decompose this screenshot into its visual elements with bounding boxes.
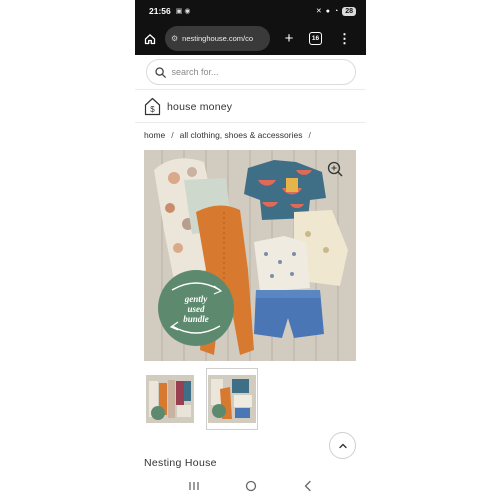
new-tab-icon[interactable]: +: [282, 30, 296, 47]
thumbnail-strip: [144, 368, 258, 430]
home-circle-icon[interactable]: [245, 480, 257, 492]
brand-name: house money: [167, 100, 233, 113]
home-icon[interactable]: [141, 33, 159, 45]
breadcrumb-home[interactable]: home: [144, 130, 165, 140]
search-box[interactable]: [145, 59, 356, 85]
badge-line-3: bundle: [183, 314, 209, 324]
product-main-image[interactable]: gently used bundle: [144, 150, 356, 361]
breadcrumb: home / all clothing, shoes & accessories /: [144, 130, 317, 140]
breadcrumb-category[interactable]: all clothing, shoes & accessories: [180, 130, 303, 140]
svg-text:$: $: [150, 105, 155, 114]
gently-used-bundle-badge: gently used bundle: [158, 270, 234, 346]
browser-toolbar: ⚙ nestinghouse.com/co + 16 ⋮: [135, 22, 366, 55]
address-bar[interactable]: ⚙ nestinghouse.com/co: [165, 26, 270, 51]
location-icon: ●: [325, 7, 330, 15]
battery-icon: 28: [342, 6, 356, 16]
status-bar: 21:56 ▣◉ ✕ ● ◔ 28: [135, 0, 366, 22]
status-time: 21:56: [149, 6, 171, 16]
product-thumbnail-2[interactable]: [206, 368, 258, 430]
recent-apps-icon[interactable]: [188, 481, 200, 491]
product-thumbnail-1[interactable]: [144, 368, 196, 430]
house-dollar-icon: $: [144, 97, 161, 116]
system-icons: ✕ ● ◔ 28: [315, 6, 356, 16]
phone-screen: 21:56 ▣◉ ✕ ● ◔ 28 ⚙ nestinghouse.com/co …: [135, 0, 366, 500]
mute-icon: ✕: [315, 8, 322, 15]
breadcrumb-separator: /: [308, 130, 311, 140]
search-section: [135, 55, 366, 90]
android-nav-bar: [135, 472, 366, 500]
back-icon[interactable]: [303, 480, 313, 492]
messenger-icon: ◉: [184, 8, 193, 15]
brand-header[interactable]: $ house money: [135, 91, 366, 123]
url-text: nestinghouse.com/co: [182, 34, 254, 43]
badge-line-1: gently: [184, 294, 209, 304]
site-settings-icon[interactable]: ⚙: [171, 34, 178, 43]
product-vendor[interactable]: Nesting House: [144, 457, 217, 469]
scroll-to-top-button[interactable]: [329, 432, 356, 459]
notification-icons: ▣◉: [176, 7, 193, 15]
menu-icon[interactable]: ⋮: [338, 31, 351, 47]
chevron-up-icon: [338, 443, 347, 448]
badge-line-2: used: [187, 304, 205, 314]
tab-switcher-icon[interactable]: 16: [309, 32, 322, 45]
search-icon: [154, 66, 166, 78]
search-input[interactable]: [171, 67, 342, 77]
breadcrumb-separator: /: [171, 130, 174, 140]
wifi-icon: ◔: [333, 7, 339, 15]
